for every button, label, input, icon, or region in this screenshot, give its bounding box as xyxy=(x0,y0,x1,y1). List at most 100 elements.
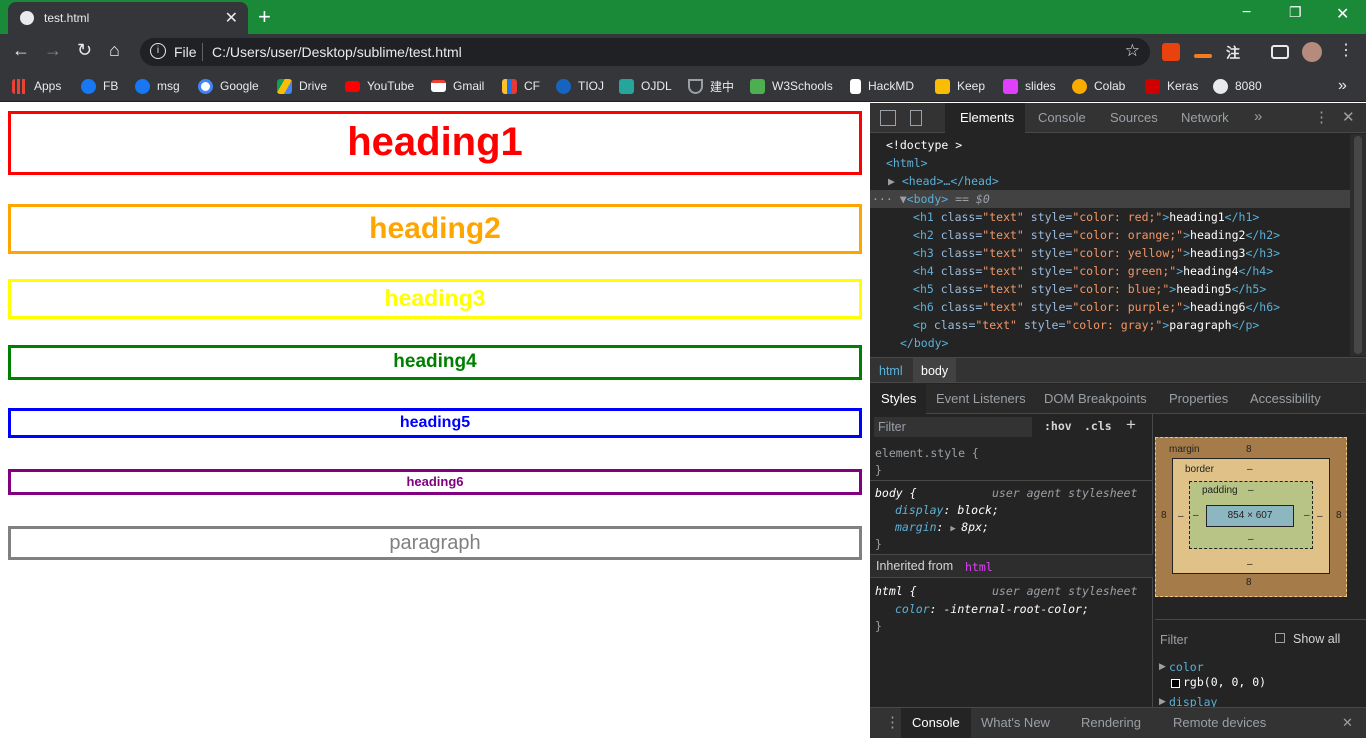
bookmark-fb[interactable]: FB xyxy=(81,77,118,95)
back-button[interactable]: ← xyxy=(12,40,30,61)
breadcrumb-body[interactable]: body xyxy=(921,364,948,378)
bookmark-slides[interactable]: slides xyxy=(1003,77,1056,95)
margin-bottom-value[interactable]: 8 xyxy=(1246,577,1252,588)
hov-button[interactable]: :hov xyxy=(1044,419,1072,433)
bookmark-cf[interactable]: CF xyxy=(502,77,540,95)
devtools-close-icon[interactable]: ✕ xyxy=(1342,108,1355,126)
devtools-menu-icon[interactable]: ⋮ xyxy=(1314,108,1329,126)
border-top-value[interactable]: – xyxy=(1247,464,1253,475)
display-declaration[interactable]: display: block; xyxy=(895,503,999,517)
border-right-value[interactable]: – xyxy=(1317,511,1323,522)
bookmark-msg[interactable]: msg xyxy=(135,77,180,95)
drawer-tab-console[interactable]: Console xyxy=(912,715,960,730)
bookmark-keep[interactable]: Keep xyxy=(935,77,985,95)
margin-top-value[interactable]: 8 xyxy=(1246,444,1252,455)
drawer-tab-remote-devices[interactable]: Remote devices xyxy=(1173,715,1266,730)
tab-network[interactable]: Network xyxy=(1181,110,1229,125)
extension-icon[interactable] xyxy=(1194,54,1212,58)
bookmark-google[interactable]: Google xyxy=(198,77,259,95)
computed-color-name[interactable]: color xyxy=(1169,660,1204,674)
breadcrumb-html[interactable]: html xyxy=(879,364,903,378)
dom-scrollbar[interactable] xyxy=(1350,134,1366,356)
bookmark-school[interactable]: 建中 xyxy=(688,77,734,95)
margin-right-value[interactable]: 8 xyxy=(1336,510,1342,521)
padding-left-value[interactable]: – xyxy=(1193,510,1199,521)
more-tabs-icon[interactable]: » xyxy=(1254,108,1262,125)
tab-styles[interactable]: Styles xyxy=(881,391,916,406)
drawer-close-icon[interactable]: ✕ xyxy=(1342,715,1353,731)
browser-menu-icon[interactable]: ⋮ xyxy=(1338,40,1354,60)
box-model-margin[interactable]: margin 8 8 8 8 border – – – – padding – … xyxy=(1155,437,1347,597)
home-button[interactable]: ⌂ xyxy=(109,40,120,61)
box-model-border[interactable]: border – – – – padding – – – – 854 × 607 xyxy=(1172,458,1330,574)
box-model-content[interactable]: 854 × 607 xyxy=(1206,505,1294,527)
tab-event-listeners[interactable]: Event Listeners xyxy=(936,391,1026,406)
bookmark-ojdl[interactable]: OJDL xyxy=(619,77,672,95)
padding-right-value[interactable]: – xyxy=(1304,510,1310,521)
color-declaration[interactable]: color: -internal-root-color; xyxy=(895,602,1089,616)
translate-extension-icon[interactable]: 注 xyxy=(1226,43,1244,61)
padding-top-value[interactable]: – xyxy=(1248,485,1254,496)
info-icon[interactable]: i xyxy=(150,43,166,59)
border-left-value[interactable]: – xyxy=(1178,511,1184,522)
tab-dom-breakpoints[interactable]: DOM Breakpoints xyxy=(1044,391,1147,406)
color-swatch[interactable] xyxy=(1171,679,1180,688)
inherited-html-link[interactable]: html xyxy=(965,560,993,574)
expand-triangle-icon[interactable]: ▶ xyxy=(1159,696,1166,707)
bookmark-colab[interactable]: Colab xyxy=(1072,77,1125,95)
dom-line-h4[interactable]: <h4 class="text" style="color: green;">h… xyxy=(913,262,1273,280)
tab-elements[interactable]: Elements xyxy=(960,110,1014,125)
scrollbar-thumb[interactable] xyxy=(1354,136,1362,354)
padding-bottom-value[interactable]: – xyxy=(1248,534,1254,545)
browser-tab[interactable]: test.html ✕ xyxy=(8,2,248,34)
dom-line-h3[interactable]: <h3 class="text" style="color: yellow;">… xyxy=(913,244,1280,262)
dom-html[interactable]: <html> xyxy=(886,154,928,172)
dom-doctype[interactable]: <!doctype > xyxy=(886,136,962,154)
computed-filter-input[interactable]: Filter xyxy=(1160,633,1188,647)
dom-body-close[interactable]: </body> xyxy=(900,334,948,352)
bookmark-apps[interactable]: Apps xyxy=(12,77,61,95)
avatar[interactable] xyxy=(1302,42,1322,62)
bookmark-8080[interactable]: 8080 xyxy=(1213,77,1262,95)
tab-accessibility[interactable]: Accessibility xyxy=(1250,391,1321,406)
bookmark-hackmd[interactable]: HackMD xyxy=(850,77,914,95)
dom-line-h5[interactable]: <h5 class="text" style="color: blue;">he… xyxy=(913,280,1266,298)
reload-button[interactable]: ↻ xyxy=(77,40,92,61)
dom-line-h1[interactable]: <h1 class="text" style="color: red;">hea… xyxy=(913,208,1259,226)
dom-line-p[interactable]: <p class="text" style="color: gray;">par… xyxy=(913,316,1259,334)
minimize-button[interactable]: − xyxy=(1242,4,1251,22)
border-bottom-value[interactable]: – xyxy=(1247,559,1253,570)
bookmark-drive[interactable]: Drive xyxy=(277,77,327,95)
margin-left-value[interactable]: 8 xyxy=(1161,510,1167,521)
tab-sources[interactable]: Sources xyxy=(1110,110,1158,125)
tab-close-icon[interactable]: ✕ xyxy=(225,8,238,28)
new-rule-icon[interactable]: + xyxy=(1126,415,1136,435)
url-text[interactable]: C:/Users/user/Desktop/sublime/test.html xyxy=(212,44,462,60)
margin-declaration[interactable]: margin: ▶ 8px; xyxy=(895,520,989,534)
collapse-triangle-icon[interactable]: ▼ xyxy=(900,192,907,206)
drawer-tab-whats-new[interactable]: What's New xyxy=(981,715,1050,730)
dom-line-h2[interactable]: <h2 class="text" style="color: orange;">… xyxy=(913,226,1280,244)
office-extension-icon[interactable] xyxy=(1162,43,1180,61)
element-style-rule[interactable]: element.style { xyxy=(875,446,979,460)
show-all-checkbox[interactable] xyxy=(1275,633,1285,643)
bookmark-keras[interactable]: Keras xyxy=(1145,77,1198,95)
inspect-element-icon[interactable] xyxy=(880,110,896,126)
body-rule-selector[interactable]: body { xyxy=(875,486,917,500)
dom-body-selected[interactable]: ··· ▼<body> == $0 xyxy=(870,190,1350,208)
box-model-padding[interactable]: padding – – – – 854 × 607 xyxy=(1189,481,1313,549)
expand-triangle-icon[interactable]: ▶ xyxy=(888,174,902,188)
new-tab-button[interactable]: + xyxy=(258,4,271,30)
dom-head[interactable]: ▶ <head>…</head> xyxy=(888,172,999,190)
bookmark-gmail[interactable]: Gmail xyxy=(431,77,484,95)
tab-properties[interactable]: Properties xyxy=(1169,391,1228,406)
dom-line-h6[interactable]: <h6 class="text" style="color: purple;">… xyxy=(913,298,1280,316)
styles-filter-input[interactable]: Filter xyxy=(874,417,1032,437)
bookmark-youtube[interactable]: YouTube xyxy=(345,77,414,95)
forward-button[interactable]: → xyxy=(44,40,62,61)
cast-icon[interactable] xyxy=(1271,45,1289,59)
expand-triangle-icon[interactable]: ▶ xyxy=(950,524,961,534)
drawer-menu-icon[interactable]: ⋮ xyxy=(885,713,900,731)
device-toolbar-icon[interactable] xyxy=(910,110,922,126)
bookmark-w3schools[interactable]: W3Schools xyxy=(750,77,833,95)
